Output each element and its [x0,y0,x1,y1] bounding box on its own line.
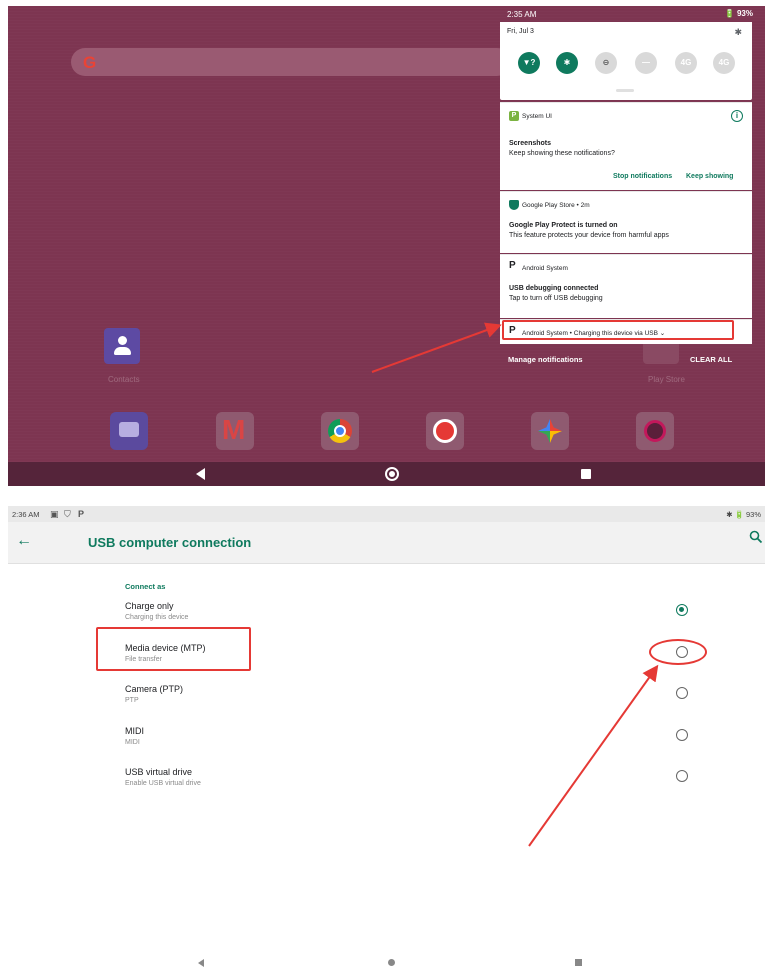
option-subtitle: Charging this device [125,614,189,621]
quick-settings-panel: Fri, Jul 3 ✱ ▼? ✱ ⊖ — 4G 4G [500,22,752,100]
section-header-connect-as: Connect as [125,582,166,591]
battery-indicator: 🔋 93% [724,9,753,18]
notification-title: USB debugging connected [509,285,599,292]
option-midi[interactable]: MIDI MIDI [125,726,755,762]
notification-app-name: Android System [522,265,568,272]
option-label: USB virtual drive [125,767,193,777]
bluetooth-status-icon: ✱ [734,27,742,37]
notification-text: This feature protects your device from h… [509,232,669,239]
app-bar: ← USB computer connection [8,522,765,564]
notification-system-ui[interactable]: P System UI i Screenshots Keep showing t… [500,102,752,190]
annotation-highlight-box [502,320,734,340]
recents-nav-icon[interactable] [575,959,582,966]
navigation-bar [8,954,765,974]
option-usb-virtual-drive[interactable]: USB virtual drive Enable USB virtual dri… [125,767,755,803]
mobile-data-sim2-tile-icon[interactable]: 4G [713,52,735,74]
dnd-tile-icon[interactable]: ⊖ [595,52,617,74]
option-label: MIDI [125,726,144,736]
back-arrow-icon[interactable]: ← [16,532,32,550]
search-icon[interactable] [749,530,763,544]
option-label: Camera (PTP) [125,684,184,694]
manage-notifications-button[interactable]: Manage notifications [508,355,583,364]
info-icon[interactable]: i [731,110,743,122]
qs-date: Fri, Jul 3 [507,28,534,35]
clear-all-button[interactable]: CLEAR ALL [690,355,732,364]
notification-usb-debugging[interactable]: P Android System USB debugging connected… [500,254,752,318]
status-time: 2:35 AM [507,10,537,19]
image-notification-icon: ▣ [50,509,59,519]
page-title: USB computer connection [88,535,252,550]
bluetooth-tile-icon[interactable]: ✱ [556,52,578,74]
back-nav-icon[interactable] [198,959,204,967]
home-nav-icon[interactable] [388,959,395,966]
battery-indicator: ✱ 🔋 93% [726,510,761,519]
notification-shade: 2:35 AM 🔋 93% Fri, Jul 3 ✱ ▼? ✱ ⊖ — 4G 4… [8,6,765,486]
radio-usb-virtual-drive[interactable] [676,770,688,782]
status-time: 2:36 AM [12,510,40,519]
stop-notifications-button[interactable]: Stop notifications [613,173,672,180]
radio-charge-only[interactable] [676,604,688,616]
mobile-data-sim1-tile-icon[interactable]: 4G [675,52,697,74]
option-label: Charge only [125,601,174,611]
system-ui-app-icon: P [509,111,519,121]
flashlight-tile-icon[interactable]: — [635,52,657,74]
android-system-notification-icon: P [78,509,85,519]
status-bar: 2:35 AM 🔋 93% [500,6,765,22]
play-protect-shield-icon [509,200,519,210]
qs-expand-handle[interactable] [616,89,634,92]
shield-notification-icon: ⛉ [64,509,71,519]
notification-text: Keep showing these notifications? [509,150,615,157]
status-bar: 2:36 AM ▣ ⛉ P ✱ 🔋 93% [8,506,765,522]
notification-play-store[interactable]: Google Play Store • 2m Google Play Prote… [500,191,752,253]
annotation-highlight-ellipse [649,639,707,665]
notification-app-name: System UI [522,113,552,120]
notification-title: Screenshots [509,140,552,147]
radio-camera-ptp[interactable] [676,687,688,699]
keep-showing-button[interactable]: Keep showing [686,173,733,180]
notification-title: Google Play Protect is turned on [509,222,618,229]
radio-midi[interactable] [676,729,688,741]
notification-text: Tap to turn off USB debugging [509,295,603,302]
option-subtitle: MIDI [125,739,140,746]
android-system-icon: P [509,260,516,271]
wifi-tile-icon[interactable]: ▼? [518,52,540,74]
usb-settings-screen: 2:36 AM ▣ ⛉ P ✱ 🔋 93% ← USB computer con… [8,506,765,974]
option-subtitle: PTP [125,697,139,704]
option-camera-ptp[interactable]: Camera (PTP) PTP [125,684,755,720]
notification-app-name: Google Play Store • 2m [522,202,590,209]
option-subtitle: Enable USB virtual drive [125,780,201,787]
annotation-highlight-box [96,627,251,671]
